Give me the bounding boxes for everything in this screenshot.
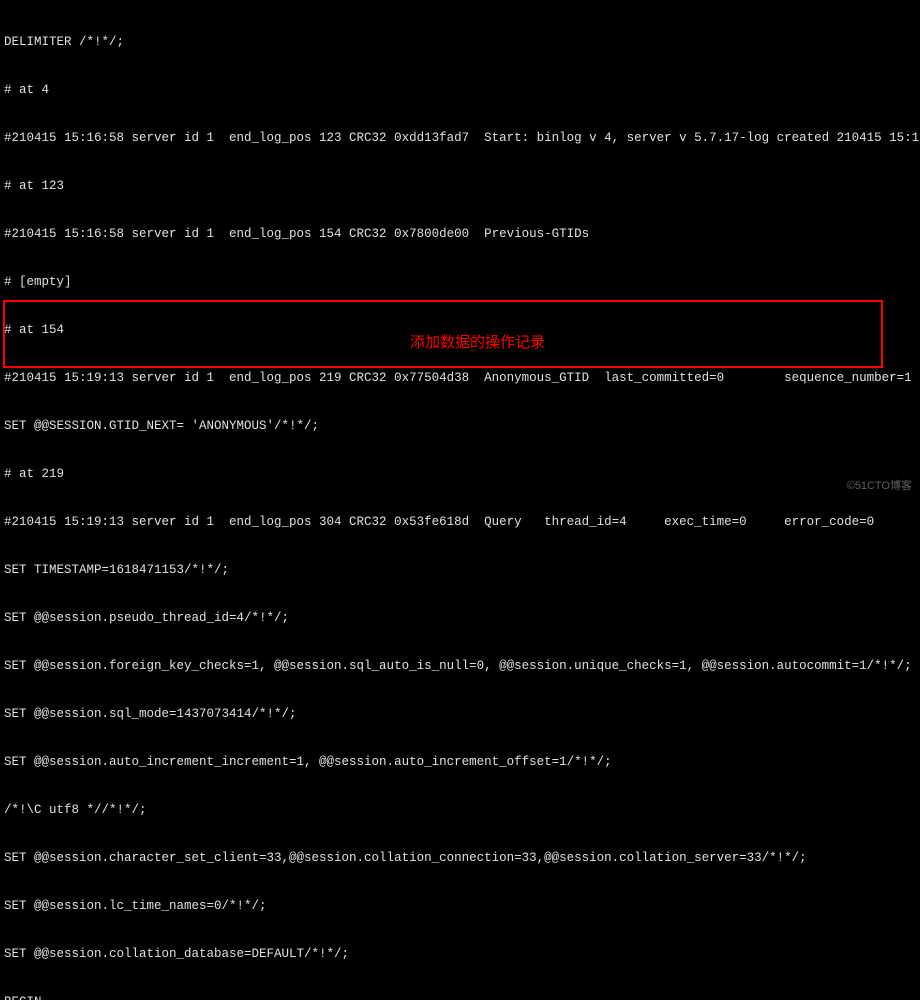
log-line: SET @@session.auto_increment_increment=1… xyxy=(4,754,916,770)
log-line: # at 123 xyxy=(4,178,916,194)
log-line: SET @@SESSION.GTID_NEXT= 'ANONYMOUS'/*!*… xyxy=(4,418,916,434)
log-line: SET @@session.collation_database=DEFAULT… xyxy=(4,946,916,962)
log-line: SET TIMESTAMP=1618471153/*!*/; xyxy=(4,562,916,578)
watermark: ©51CTO博客 xyxy=(847,478,912,494)
log-line: #210415 15:19:13 server id 1 end_log_pos… xyxy=(4,514,916,530)
log-line: # [empty] xyxy=(4,274,916,290)
log-line: #210415 15:16:58 server id 1 end_log_pos… xyxy=(4,130,916,146)
log-line: SET @@session.pseudo_thread_id=4/*!*/; xyxy=(4,610,916,626)
log-line: SET @@session.character_set_client=33,@@… xyxy=(4,850,916,866)
terminal-output: DELIMITER /*!*/; # at 4 #210415 15:16:58… xyxy=(4,2,916,1000)
log-line: # at 4 xyxy=(4,82,916,98)
log-line: SET @@session.lc_time_names=0/*!*/; xyxy=(4,898,916,914)
log-line: #210415 15:19:13 server id 1 end_log_pos… xyxy=(4,370,916,386)
log-line: /*!\C utf8 *//*!*/; xyxy=(4,802,916,818)
log-line: #210415 15:16:58 server id 1 end_log_pos… xyxy=(4,226,916,242)
log-line: # at 219 xyxy=(4,466,916,482)
log-line: DELIMITER /*!*/; xyxy=(4,34,916,50)
log-line: SET @@session.foreign_key_checks=1, @@se… xyxy=(4,658,916,674)
log-line: # at 154 xyxy=(4,322,916,338)
log-line: SET @@session.sql_mode=1437073414/*!*/; xyxy=(4,706,916,722)
log-line: BEGIN xyxy=(4,994,916,1000)
